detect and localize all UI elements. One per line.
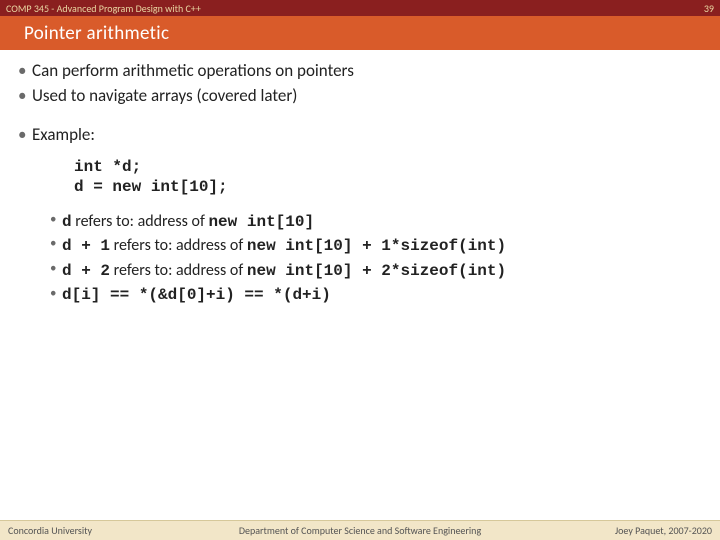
- footer-right: Joey Paquet, 2007-2020: [615, 524, 712, 537]
- sub-bullet-item: • d[i] == *(&d[0]+i) == *(d+i): [50, 285, 702, 307]
- bullet-item: • Can perform arithmetic operations on p…: [18, 60, 702, 83]
- bullet-dot: •: [18, 85, 32, 108]
- slide-title: Pointer arithmetic: [24, 22, 169, 45]
- bullet-dot: •: [50, 285, 62, 307]
- bullet-dot: •: [50, 235, 62, 258]
- sub-bullet-item: • d refers to: address of new int[10]: [50, 211, 702, 234]
- bullet-dot: •: [18, 60, 32, 83]
- sub-bullet-text: d + 2 refers to: address of new int[10] …: [62, 260, 702, 283]
- top-bar: COMP 345 - Advanced Program Design with …: [0, 0, 720, 16]
- code-block: int *d; d = new int[10];: [74, 157, 702, 197]
- bullet-dot: •: [18, 124, 32, 147]
- footer-mid: Department of Computer Science and Softw…: [239, 524, 481, 537]
- sub-bullet-item: • d + 1 refers to: address of new int[10…: [50, 235, 702, 258]
- bullet-text: Can perform arithmetic operations on poi…: [32, 60, 702, 83]
- course-label: COMP 345 - Advanced Program Design with …: [6, 2, 201, 15]
- sub-bullet-text: d + 1 refers to: address of new int[10] …: [62, 235, 702, 258]
- footer-left: Concordia University: [8, 524, 92, 537]
- sub-bullet-item: • d + 2 refers to: address of new int[10…: [50, 260, 702, 283]
- bullet-item: • Example:: [18, 124, 702, 147]
- bullet-text: Used to navigate arrays (covered later): [32, 85, 702, 108]
- slide-content: • Can perform arithmetic operations on p…: [0, 50, 720, 306]
- bullet-dot: •: [50, 260, 62, 283]
- sub-bullet-text: d refers to: address of new int[10]: [62, 211, 702, 234]
- sub-bullet-text: d[i] == *(&d[0]+i) == *(d+i): [62, 285, 702, 307]
- slide-title-bar: Pointer arithmetic: [0, 16, 720, 50]
- bullet-item: • Used to navigate arrays (covered later…: [18, 85, 702, 108]
- page-number: 39: [704, 2, 714, 15]
- sub-bullet-list: • d refers to: address of new int[10] • …: [50, 211, 702, 306]
- footer: Concordia University Department of Compu…: [0, 520, 720, 540]
- bullet-dot: •: [50, 211, 62, 234]
- example-label: Example:: [32, 124, 702, 147]
